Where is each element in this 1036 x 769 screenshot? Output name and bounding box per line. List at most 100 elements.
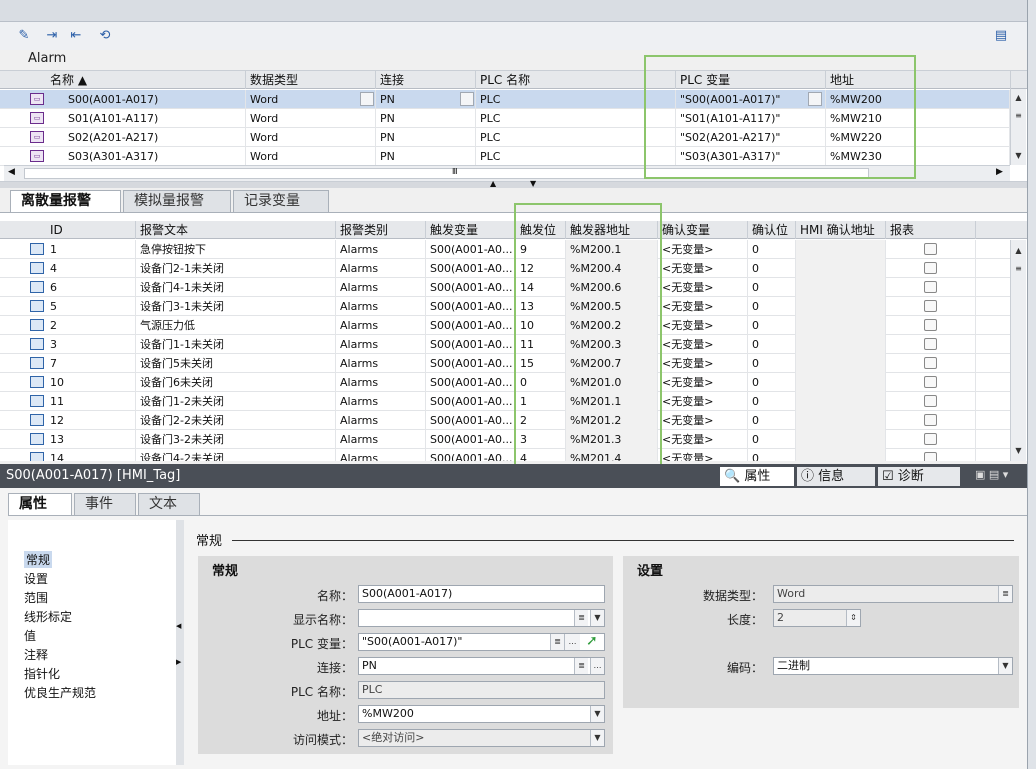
alarm-cell[interactable]: 0 bbox=[748, 354, 796, 373]
tab-analog-alarms[interactable]: 模拟量报警 bbox=[123, 190, 231, 212]
alarm-cell[interactable]: Alarms bbox=[336, 297, 426, 316]
alarm-cell[interactable]: Alarms bbox=[336, 392, 426, 411]
alarm-cell[interactable]: <无变量> bbox=[658, 354, 748, 373]
alarm-cell[interactable]: 设备门2-1未关闭 bbox=[136, 259, 336, 278]
tag-cell[interactable]: PN bbox=[376, 147, 476, 166]
alarm-cell[interactable]: Alarms bbox=[336, 335, 426, 354]
report-checkbox[interactable] bbox=[924, 414, 937, 426]
report-checkbox[interactable] bbox=[924, 262, 937, 274]
tag-cell[interactable]: PLC bbox=[476, 90, 676, 109]
alarm-cell[interactable] bbox=[796, 392, 886, 411]
alarm-cell[interactable]: 0 bbox=[748, 373, 796, 392]
tag-cell[interactable]: "S00(A001-A017)" bbox=[676, 90, 826, 109]
alarm-cell[interactable]: 0 bbox=[748, 259, 796, 278]
alarm-cell[interactable]: %M200.4 bbox=[566, 259, 658, 278]
alarm-row[interactable]: 5 设备门3-1未关闭 Alarms S00(A001-A0... 13 %M200.5 <… bbox=[0, 297, 1010, 316]
alarm-cell[interactable]: 1 bbox=[516, 392, 566, 411]
encoding-select[interactable]: 二进制 ▼ bbox=[773, 657, 1013, 675]
alarm-row[interactable]: 3 设备门1-1未关闭 Alarms S00(A001-A0... 11 %M200.3 <… bbox=[0, 335, 1010, 354]
report-cell[interactable] bbox=[886, 373, 976, 392]
report-checkbox[interactable] bbox=[924, 281, 937, 293]
alarm-cell[interactable]: S00(A001-A0... bbox=[426, 373, 516, 392]
alarm-cell[interactable]: 设备门4-2未关闭 bbox=[136, 449, 336, 461]
alarm-cell[interactable]: 0 bbox=[748, 430, 796, 449]
tab-texts[interactable]: 文本 bbox=[138, 493, 200, 515]
list-icon[interactable] bbox=[360, 92, 374, 106]
tag-cell[interactable]: S03(A301-A317) bbox=[46, 147, 246, 166]
report-cell[interactable] bbox=[886, 335, 976, 354]
tab-info-right[interactable]: ⓘ 信息 bbox=[797, 467, 875, 486]
col-trigbit-header[interactable]: 触发位 bbox=[516, 221, 566, 239]
alarm-cell[interactable]: S00(A001-A0... bbox=[426, 297, 516, 316]
alarm-cell[interactable]: <无变量> bbox=[658, 449, 748, 461]
nav-item[interactable]: 范围 bbox=[24, 589, 48, 606]
name-input[interactable]: S00(A001-A017) bbox=[358, 585, 605, 603]
alarm-cell[interactable]: %M200.6 bbox=[566, 278, 658, 297]
tag-cell[interactable]: Word bbox=[246, 90, 376, 109]
alarm-cell[interactable]: S00(A001-A0... bbox=[426, 316, 516, 335]
col-plcname-header[interactable]: PLC 名称 bbox=[476, 71, 676, 89]
report-checkbox[interactable] bbox=[924, 243, 937, 255]
alarm-cell[interactable]: %M201.2 bbox=[566, 411, 658, 430]
col-name-header[interactable]: 名称 ▲ bbox=[46, 71, 246, 89]
alarm-cell[interactable]: <无变量> bbox=[658, 240, 748, 259]
add-tag-icon[interactable]: ✎ bbox=[16, 28, 32, 44]
col-address-header[interactable]: 地址 bbox=[826, 71, 1011, 89]
tag-cell[interactable]: PN bbox=[376, 128, 476, 147]
tag-cell[interactable]: %MW210 bbox=[826, 109, 1010, 128]
tab-events[interactable]: 事件 bbox=[74, 493, 136, 515]
report-checkbox[interactable] bbox=[924, 357, 937, 369]
report-cell[interactable] bbox=[886, 430, 976, 449]
browse-icon[interactable] bbox=[808, 92, 822, 106]
report-cell[interactable] bbox=[886, 278, 976, 297]
tag-cell[interactable]: S00(A001-A017) bbox=[46, 90, 246, 109]
alarm-cell[interactable]: <无变量> bbox=[658, 335, 748, 354]
nav-item[interactable]: 常规 bbox=[24, 551, 53, 568]
alarm-row[interactable]: 14 设备门4-2未关闭 Alarms S00(A001-A0... 4 %M201.4 <… bbox=[0, 449, 1010, 461]
alarm-cell[interactable] bbox=[796, 354, 886, 373]
alarm-cell[interactable]: 0 bbox=[748, 278, 796, 297]
tag-row[interactable]: ▭ S03(A301-A317) Word PN PLC "S03(A301-A317)"… bbox=[0, 147, 1010, 166]
alarm-cell[interactable]: S00(A001-A0... bbox=[426, 430, 516, 449]
tag-row[interactable]: ▭ S02(A201-A217) Word PN PLC "S02(A201-A217)"… bbox=[0, 128, 1010, 147]
alarm-cell[interactable]: 13 bbox=[516, 297, 566, 316]
alarm-cell[interactable]: 1 bbox=[46, 240, 136, 259]
col-ackbit-header[interactable]: 确认位 bbox=[748, 221, 796, 239]
alarm-cell[interactable]: 10 bbox=[46, 373, 136, 392]
tag-cell[interactable]: Word bbox=[246, 109, 376, 128]
tag-cell[interactable]: S02(A201-A217) bbox=[46, 128, 246, 147]
col-plcvar-header[interactable]: PLC 变量 bbox=[676, 71, 826, 89]
tag-table-scrollbar[interactable]: ▲ ≡ ▼ bbox=[1010, 89, 1026, 165]
alarm-cell[interactable]: 2 bbox=[516, 411, 566, 430]
report-checkbox[interactable] bbox=[924, 376, 937, 388]
refresh-icon[interactable]: ⟲ bbox=[97, 28, 113, 44]
tag-cell[interactable]: PLC bbox=[476, 128, 676, 147]
report-cell[interactable] bbox=[886, 449, 976, 461]
tag-cell[interactable]: "S03(A301-A317)" bbox=[676, 147, 826, 166]
alarm-cell[interactable]: S00(A001-A0... bbox=[426, 392, 516, 411]
alarm-cell[interactable]: %M200.3 bbox=[566, 335, 658, 354]
alarm-cell[interactable] bbox=[796, 373, 886, 392]
alarm-row[interactable]: 10 设备门6未关闭 Alarms S00(A001-A0... 0 %M201.0 <无变… bbox=[0, 373, 1010, 392]
alarm-cell[interactable]: 10 bbox=[516, 316, 566, 335]
alarm-cell[interactable]: 设备门6未关闭 bbox=[136, 373, 336, 392]
alarm-row[interactable]: 13 设备门3-2未关闭 Alarms S00(A001-A0... 3 %M201.3 <… bbox=[0, 430, 1010, 449]
export-icon[interactable]: ⇥ bbox=[44, 28, 60, 44]
alarm-cell[interactable] bbox=[796, 335, 886, 354]
alarm-cell[interactable]: 0 bbox=[748, 316, 796, 335]
alarm-cell[interactable]: 7 bbox=[46, 354, 136, 373]
tag-cell[interactable]: S01(A101-A117) bbox=[46, 109, 246, 128]
browse-icon[interactable] bbox=[460, 92, 474, 106]
alarm-cell[interactable]: %M201.0 bbox=[566, 373, 658, 392]
alarm-cell[interactable] bbox=[796, 297, 886, 316]
alarm-cell[interactable]: 0 bbox=[748, 411, 796, 430]
alarm-cell[interactable]: Alarms bbox=[336, 354, 426, 373]
report-checkbox[interactable] bbox=[924, 452, 937, 461]
alarm-cell[interactable]: %M200.2 bbox=[566, 316, 658, 335]
alarm-cell[interactable]: 14 bbox=[516, 278, 566, 297]
alarm-cell[interactable]: 0 bbox=[748, 392, 796, 411]
tab-logging-tags[interactable]: 记录变量 bbox=[233, 190, 329, 212]
nav-splitter[interactable]: ◀ ▶ bbox=[176, 520, 184, 765]
goto-plc-icon[interactable]: ➚ bbox=[586, 633, 598, 649]
report-checkbox[interactable] bbox=[924, 319, 937, 331]
